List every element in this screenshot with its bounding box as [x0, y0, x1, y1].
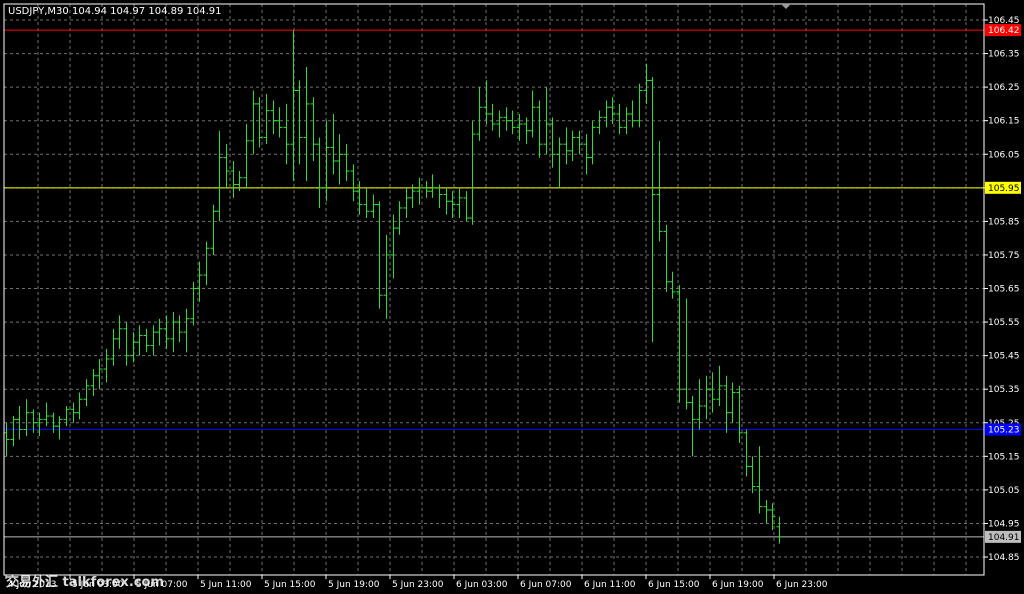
- x-tick-label: 5 Jun 15:00: [264, 580, 316, 590]
- y-tick-label: 105.15: [988, 452, 1020, 462]
- x-tick-label: 6 Jun 23:00: [776, 580, 828, 590]
- price-chart[interactable]: 106.45106.35106.25106.15106.05105.95105.…: [0, 0, 1024, 594]
- price-tag-label: 106.42: [988, 26, 1020, 36]
- x-tick-label: 6 Jun 03:00: [456, 580, 508, 590]
- x-tick-label: 6 Jun 07:00: [520, 580, 572, 590]
- x-tick-label: 5 Jun 19:00: [328, 580, 380, 590]
- price-tag-label: 104.91: [988, 533, 1020, 543]
- y-tick-label: 105.85: [988, 217, 1020, 227]
- price-tag-label: 105.95: [988, 184, 1020, 194]
- x-tick-label: 6 Jun 11:00: [584, 580, 636, 590]
- symbol-label: USDJPY,M30: [8, 6, 69, 17]
- chart-canvas[interactable]: 106.45106.35106.25106.15106.05105.95105.…: [0, 0, 1024, 594]
- watermark-text: 交易外汇 talkforex.com: [6, 574, 164, 590]
- y-tick-label: 105.05: [988, 486, 1020, 496]
- y-tick-label: 104.95: [988, 519, 1020, 529]
- y-tick-label: 105.35: [988, 385, 1020, 395]
- y-tick-label: 105.75: [988, 251, 1020, 261]
- y-tick-label: 105.65: [988, 285, 1020, 295]
- price-tag-label: 105.23: [988, 425, 1020, 435]
- ohlc-readout: 104.94 104.97 104.89 104.91: [72, 6, 222, 17]
- x-tick-label: 6 Jun 15:00: [648, 580, 700, 590]
- x-tick-label: 6 Jun 19:00: [712, 580, 764, 590]
- y-tick-label: 105.45: [988, 352, 1020, 362]
- y-tick-label: 106.05: [988, 150, 1020, 160]
- y-tick-label: 104.85: [988, 553, 1020, 563]
- y-tick-label: 106.35: [988, 50, 1020, 60]
- x-tick-label: 5 Jun 11:00: [200, 580, 252, 590]
- x-tick-label: 5 Jun 23:00: [392, 580, 444, 590]
- y-tick-label: 105.55: [988, 318, 1020, 328]
- y-tick-label: 106.25: [988, 83, 1020, 93]
- y-tick-label: 106.15: [988, 117, 1020, 127]
